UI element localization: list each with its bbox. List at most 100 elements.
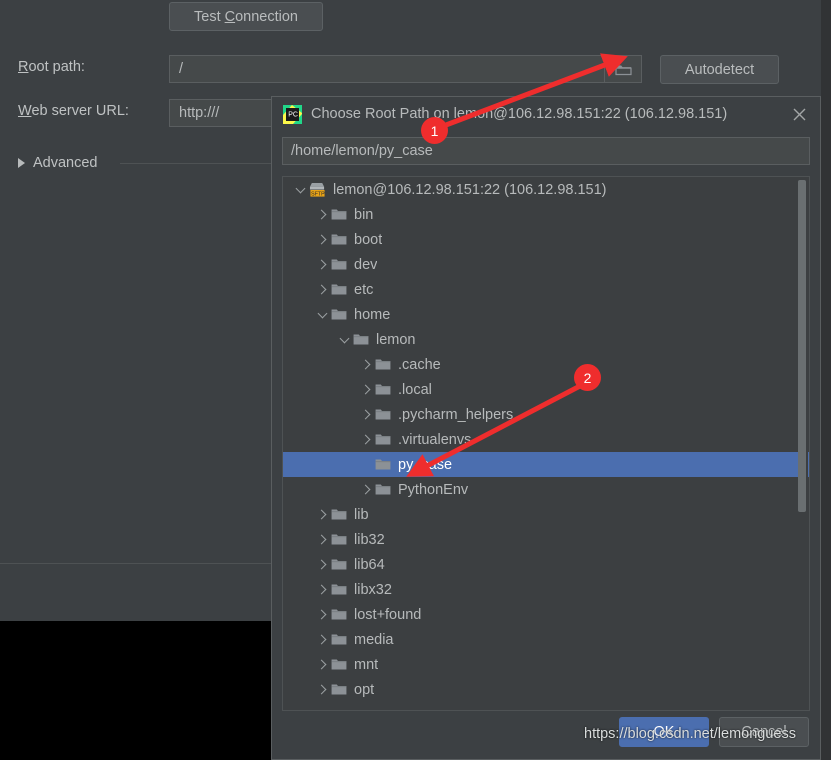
watermark-text: https://blog.csdn.net/lemonguess: [584, 726, 796, 742]
tree-item-label: home: [354, 306, 391, 323]
folder-icon: [375, 408, 398, 421]
chevron-glyph: [316, 284, 326, 295]
folder-icon: [331, 259, 347, 270]
tree-item-py-case[interactable]: py_case: [283, 452, 809, 477]
chevron-right-icon[interactable]: [357, 427, 375, 452]
chevron-right-icon[interactable]: [313, 252, 331, 277]
close-icon[interactable]: [784, 100, 814, 128]
chevron-right-icon[interactable]: [357, 402, 375, 427]
folder-icon: [331, 534, 347, 545]
tree-item--cache[interactable]: .cache: [283, 352, 809, 377]
chevron-glyph: [316, 559, 326, 570]
tree-item-boot[interactable]: boot: [283, 227, 809, 252]
root-path-value: /: [179, 61, 184, 77]
tree-item-dev[interactable]: dev: [283, 252, 809, 277]
tree-item-mnt[interactable]: mnt: [283, 652, 809, 677]
tree-item--local[interactable]: .local: [283, 377, 809, 402]
tree-scrollbar-thumb[interactable]: [798, 180, 806, 512]
chevron-glyph: [316, 609, 326, 620]
tree-item--virtualenvs[interactable]: .virtualenvs: [283, 427, 809, 452]
chevron-right-icon[interactable]: [357, 377, 375, 402]
chevron-down-icon[interactable]: [313, 302, 331, 327]
folder-icon: [375, 384, 391, 395]
folder-icon: [331, 684, 347, 695]
chevron-glyph: [360, 384, 370, 395]
tree-item-label: bin: [354, 206, 374, 223]
test-connection-button[interactable]: Test Connection: [169, 2, 323, 31]
chevron-glyph: [316, 584, 326, 595]
chevron-glyph: [316, 209, 326, 220]
autodetect-button[interactable]: Autodetect: [660, 55, 779, 84]
test-connection-label: Test Connection: [194, 8, 298, 25]
folder-icon: [375, 434, 391, 445]
autodetect-label: Autodetect: [684, 61, 755, 78]
tree-item-lemon[interactable]: lemon: [283, 327, 809, 352]
tree-item-bin[interactable]: bin: [283, 202, 809, 227]
chevron-right-icon[interactable]: [313, 577, 331, 602]
chevron-down-icon[interactable]: [291, 177, 309, 202]
tree-item-home[interactable]: home: [283, 302, 809, 327]
chevron-right-icon[interactable]: [313, 202, 331, 227]
chevron-right-icon[interactable]: [313, 627, 331, 652]
dialog-titlebar: PC Choose Root Path on lemon@106.12.98.1…: [272, 97, 820, 131]
folder-icon: [331, 683, 354, 696]
chevron-right-icon[interactable]: [313, 677, 331, 702]
folder-icon: [375, 359, 391, 370]
chevron-right-icon[interactable]: [313, 602, 331, 627]
tree-item-lib[interactable]: lib: [283, 502, 809, 527]
directory-tree[interactable]: SFTP lemon@106.12.98.151:22 (106.12.98.15…: [282, 176, 810, 711]
tree-item-etc[interactable]: etc: [283, 277, 809, 302]
tree-item-pythonenv[interactable]: PythonEnv: [283, 477, 809, 502]
tree-item-label: lost+found: [354, 606, 422, 623]
tree-item-lemon-106-12-98-151-22-106-12-98-151-[interactable]: SFTP lemon@106.12.98.151:22 (106.12.98.15…: [283, 177, 809, 202]
chevron-right-icon[interactable]: [313, 227, 331, 252]
chevron-glyph: [316, 534, 326, 545]
dialog-title: Choose Root Path on lemon@106.12.98.151:…: [311, 106, 728, 122]
folder-icon: [375, 483, 398, 496]
folder-icon: [353, 334, 369, 345]
chevron-right-icon: [18, 158, 25, 168]
annotation-badge-2: 2: [574, 364, 601, 391]
choose-root-path-dialog: PC Choose Root Path on lemon@106.12.98.1…: [271, 96, 821, 760]
tree-item-label: lib: [354, 506, 369, 523]
chevron-right-icon[interactable]: [313, 527, 331, 552]
svg-text:SFTP: SFTP: [311, 191, 325, 197]
chevron-right-icon[interactable]: [357, 352, 375, 377]
sftp-icon: SFTP: [309, 182, 333, 198]
chevron-right-icon[interactable]: [313, 502, 331, 527]
chevron-down-icon[interactable]: [335, 327, 353, 352]
tree-item-media[interactable]: media: [283, 627, 809, 652]
chevron-right-icon[interactable]: [313, 277, 331, 302]
tree-item-lib64[interactable]: lib64: [283, 552, 809, 577]
folder-icon: [331, 283, 354, 296]
folder-icon: [331, 634, 347, 645]
tree-item-opt[interactable]: opt: [283, 677, 809, 702]
chevron-glyph: [316, 634, 326, 645]
folder-icon: [331, 633, 354, 646]
folder-icon: [331, 583, 354, 596]
folder-icon: [331, 308, 354, 321]
path-input[interactable]: /home/lemon/py_case: [282, 137, 810, 165]
chevron-right-icon[interactable]: [313, 552, 331, 577]
tree-item-lost-found[interactable]: lost+found: [283, 602, 809, 627]
folder-icon: [331, 584, 347, 595]
chevron-right-icon[interactable]: [357, 477, 375, 502]
tree-item-label: .virtualenvs: [398, 431, 472, 448]
browse-root-path-button[interactable]: [604, 55, 642, 83]
tree-item-label: etc: [354, 281, 374, 298]
root-path-input[interactable]: /: [169, 55, 635, 83]
tree-item-lib32[interactable]: lib32: [283, 527, 809, 552]
tree-item-label: libx32: [354, 581, 392, 598]
tree-item-label: mnt: [354, 656, 379, 673]
folder-icon: [331, 558, 354, 571]
chevron-glyph: [360, 484, 370, 495]
chevron-right-icon[interactable]: [313, 652, 331, 677]
pycharm-logo-icon: PC: [283, 104, 302, 124]
tree-item-label: boot: [354, 231, 383, 248]
chevron-glyph: [316, 659, 326, 670]
tree-scrollbar[interactable]: [798, 178, 808, 709]
tree-item--pycharm-helpers[interactable]: .pycharm_helpers: [283, 402, 809, 427]
tree-item-libx32[interactable]: libx32: [283, 577, 809, 602]
folder-icon: [375, 383, 398, 396]
chevron-glyph: [317, 308, 327, 318]
